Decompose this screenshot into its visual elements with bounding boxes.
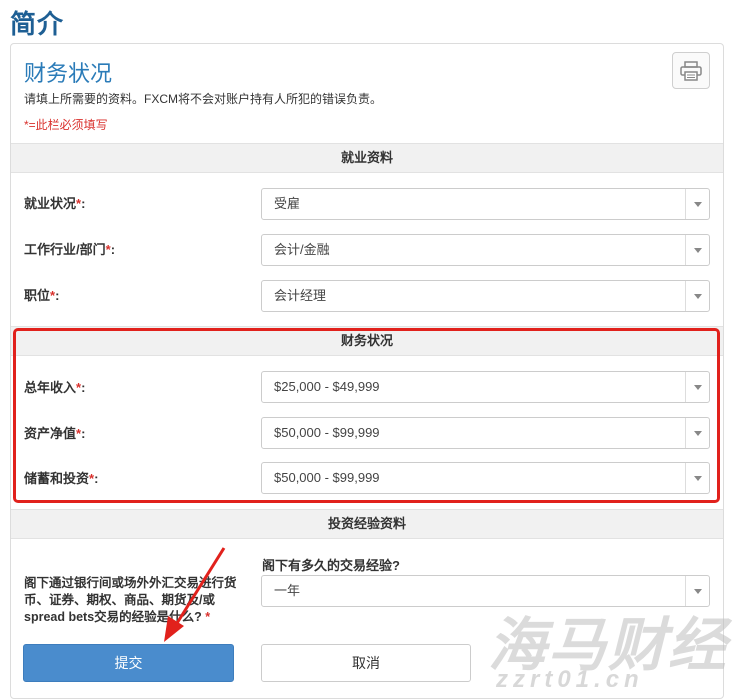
employment-status-value: 受雇 <box>274 196 301 211</box>
intro-text: 请填上所需要的资料。FXCM将不会对账户持有人所犯的错误负责。 <box>24 92 382 106</box>
highlight-box <box>13 328 720 503</box>
employment-status-label: 就业状况*: <box>24 196 86 211</box>
cancel-button[interactable]: 取消 <box>261 644 471 682</box>
position-select[interactable]: 会计经理 <box>261 280 710 312</box>
position-label: 职位*: <box>24 288 60 303</box>
watermark-url: zzrt01.cn <box>496 666 644 693</box>
employment-status-select[interactable]: 受雇 <box>261 188 710 220</box>
chevron-down-icon <box>685 189 709 219</box>
industry-select[interactable]: 会计/金融 <box>261 234 710 266</box>
experience-label: 阁下通过银行间或场外外汇交易进行货币、证券、期权、商品、期货及/或spread … <box>24 576 237 624</box>
employment-header: 就业资料 <box>11 143 723 173</box>
experience-header: 投资经验资料 <box>11 509 723 539</box>
print-button[interactable] <box>672 52 710 89</box>
chevron-down-icon <box>685 281 709 311</box>
section-title: 财务状况 <box>24 61 113 86</box>
printer-icon <box>680 60 702 81</box>
chevron-down-icon <box>685 235 709 265</box>
experience-value: 一年 <box>274 583 301 598</box>
required-note: *=此栏必须填写 <box>24 118 108 132</box>
page-title: 简介 <box>10 9 65 39</box>
industry-label: 工作行业/部门*: <box>24 242 116 257</box>
position-value: 会计经理 <box>274 288 327 303</box>
experience-question: 阁下有多久的交易经验? <box>262 558 400 573</box>
industry-value: 会计/金融 <box>274 242 330 257</box>
submit-button[interactable]: 提交 <box>23 644 234 682</box>
